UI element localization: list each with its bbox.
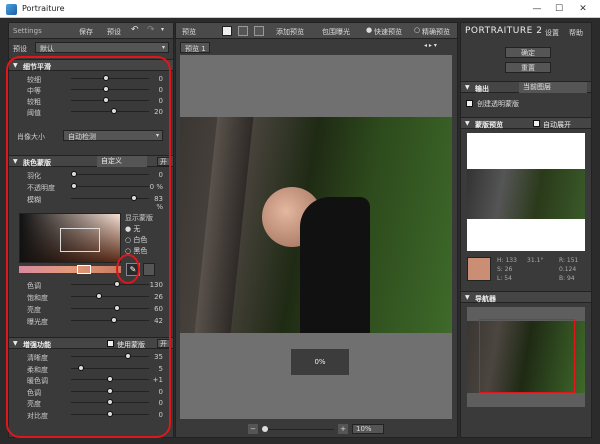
mask-preview-image [467,133,585,251]
zoom-slider-track[interactable] [262,429,334,430]
title-bar: Portraiture — ☐ ✕ [0,0,600,18]
preview-toolbar: 预览 添加预览 包围曝光 ● 快速预览 ○ 精确预览 [176,23,457,39]
zoom-out-button[interactable]: − [248,424,258,434]
preset-label: 预设 [13,45,27,53]
photo-railing [194,117,254,333]
precise-preview-label: 精确预览 [422,28,450,36]
readout-h: H: 133 [497,257,517,264]
side-by-side-icon[interactable] [254,26,264,36]
readout-v2: 0.124 [559,266,577,273]
photo-hair [300,197,370,333]
settings-menu[interactable]: 设置 [545,28,559,38]
tab-nav-icons[interactable]: ◂ ▸ ▾ [424,42,437,49]
collapse-triangle-icon: ▼ [465,84,470,91]
preset-select[interactable]: 默认 ▾ [35,42,169,53]
clip-button[interactable]: 包围曝光 [322,27,350,37]
brand-title: PORTRAITURE 2 [465,26,543,36]
zoom-bar: − + 10% [176,421,457,437]
navigator-thumbnail[interactable] [467,307,585,407]
mask-thumb-photo [467,169,585,219]
readout-v1: 31.1° [527,257,544,264]
portrait-photo [180,117,452,333]
quick-preview-label: 快速预览 [374,28,402,36]
ok-button[interactable]: 确定 [505,47,551,58]
chevron-down-icon: ▾ [161,44,165,51]
auto-expand-checkbox[interactable] [533,120,540,127]
single-view-icon[interactable] [222,26,232,36]
zoom-slider-knob[interactable] [262,426,268,432]
menu-chevron-icon[interactable]: ▾ [161,26,164,33]
zoom-in-button[interactable]: + [338,424,348,434]
zoom-select[interactable]: 10% [352,424,384,434]
preview-canvas[interactable]: 0% [180,55,452,419]
settings-label: Settings [13,27,42,35]
auto-expand-label: 自动展开 [543,121,571,129]
redo-icon[interactable]: ↷ [147,25,155,35]
mask-preview-title: 蒙版预览 [475,121,503,129]
red-annotation-oval [6,56,171,438]
maximize-button[interactable]: ☐ [552,3,566,15]
save-button[interactable]: 保存 [79,27,93,37]
split-view-icon[interactable] [238,26,248,36]
navigator-header[interactable]: ▼ 导航器 [461,291,591,303]
readout-r: R: 151 [559,257,579,264]
create-mask-label: 创建透明蒙版 [477,100,519,108]
red-annotation-circle [116,254,140,284]
app-logo-icon [6,4,17,15]
quick-preview-radio[interactable]: ● [366,26,372,34]
collapse-triangle-icon: ▼ [465,120,470,127]
progress-overlay: 0% [291,349,349,375]
center-panel: 预览 添加预览 包围曝光 ● 快速预览 ○ 精确预览 预览 1 ◂ ▸ ▾ 0%… [175,22,458,438]
navigator-title: 导航器 [475,295,496,303]
minimize-button[interactable]: — [530,3,544,15]
preview-label: 预览 [182,28,196,36]
left-header: Settings 保存 预设 ↶ ↷ ▾ [9,23,173,39]
window-title: Portraiture [22,4,65,13]
readout-l: L: 54 [497,275,512,282]
output-select[interactable]: 当前图层 [519,82,587,93]
create-mask-checkbox[interactable] [466,100,473,107]
preset-value: 默认 [40,45,54,53]
preset-button[interactable]: 预设 [107,27,121,37]
readout-s: S: 26 [497,266,513,273]
precise-preview-radio[interactable]: ○ [414,26,420,34]
reset-button[interactable]: 重置 [505,62,551,73]
output-section-header[interactable]: ▼ 输出 当前图层 [461,81,591,93]
add-preview-button[interactable]: 添加预览 [276,27,304,37]
tab-preview-1[interactable]: 预览 1 [180,42,210,53]
navigator-view-rect[interactable] [479,319,575,393]
undo-icon[interactable]: ↶ [131,25,139,35]
right-panel: PORTRAITURE 2 设置 帮助 确定 重置 ▼ 输出 当前图层 创建透明… [460,22,592,438]
readout-v3: B: 94 [559,275,575,282]
collapse-triangle-icon: ▼ [465,294,470,301]
output-title: 输出 [475,85,489,93]
close-button[interactable]: ✕ [576,3,590,15]
color-swatch [467,257,491,281]
help-menu[interactable]: 帮助 [569,28,583,38]
mask-preview-header[interactable]: ▼ 蒙版预览 自动展开 [461,117,591,129]
